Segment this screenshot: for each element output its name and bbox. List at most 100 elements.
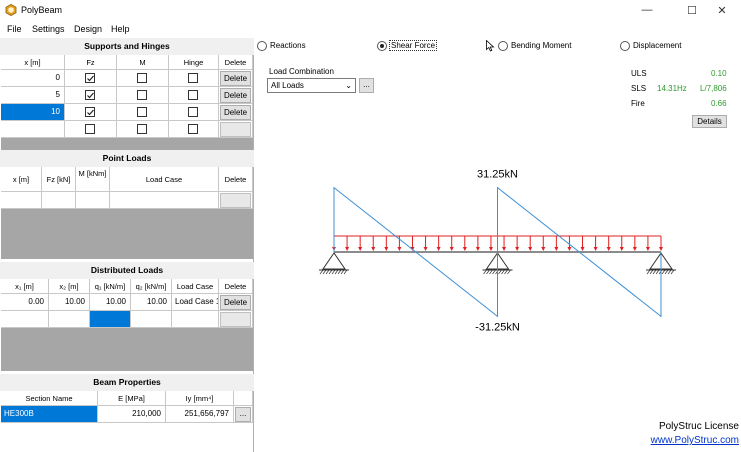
point-load-case-cell-new[interactable]: [110, 192, 219, 209]
load-arrow: [659, 236, 663, 251]
support-x-cell[interactable]: 0: [1, 70, 65, 87]
beam-iy-cell[interactable]: 251,656,797: [166, 406, 234, 423]
dist-q1-cell[interactable]: 10.00: [90, 294, 131, 311]
support-x-cell-selected[interactable]: 10: [1, 104, 65, 121]
dist-x2-cell-new[interactable]: [49, 311, 90, 328]
menu-settings[interactable]: Settings: [32, 24, 65, 34]
beam-header-iy: Iy [mm⁴]: [166, 391, 234, 406]
support-hinge-cell: [169, 121, 219, 138]
load-arrow: [502, 236, 507, 251]
support-m-checkbox[interactable]: [137, 107, 147, 117]
support-delete-button[interactable]: Delete: [220, 105, 251, 120]
support-delete-button[interactable]: Delete: [220, 71, 251, 86]
window-title: PolyBeam: [21, 5, 63, 15]
point-loads-grid: x [m] Fz [kN] M [kNm] Load Case Delete: [1, 167, 253, 259]
point-fz-cell-new[interactable]: [42, 192, 76, 209]
dist-q1-cell-new-selected[interactable]: [90, 311, 131, 328]
dist-header-delete: Delete: [219, 279, 253, 294]
supports-header-x: x [m]: [1, 55, 65, 70]
support-m-cell: [117, 104, 169, 121]
support-m-checkbox[interactable]: [137, 73, 147, 83]
support-delete-cell: Delete: [219, 70, 253, 87]
checkmark-icon: [87, 75, 94, 82]
load-arrow: [436, 236, 441, 251]
supports-header-fz: Fz: [65, 55, 117, 70]
dist-x2-cell[interactable]: 10.00: [49, 294, 90, 311]
support-delete-button-empty[interactable]: [220, 122, 251, 137]
beam-section-cell-selected[interactable]: HE300B: [1, 406, 98, 423]
close-button[interactable]: ✕: [703, 0, 741, 20]
load-arrow: [462, 236, 467, 251]
supports-header-hinge: Hinge: [169, 55, 219, 70]
supports-grid: x [m] Fz M Hinge Delete 0 Delete 5 Delet…: [1, 55, 253, 150]
beam-header-blank: [234, 391, 253, 406]
support-fz-cell: [65, 104, 117, 121]
dist-delete-cell: Delete: [219, 294, 253, 311]
support-hinge-checkbox[interactable]: [188, 124, 198, 134]
menu-file[interactable]: File: [7, 24, 22, 34]
support-m-checkbox[interactable]: [137, 124, 147, 134]
point-m-cell-new[interactable]: [76, 192, 110, 209]
load-arrow: [554, 236, 559, 251]
menu-design[interactable]: Design: [74, 24, 102, 34]
support-hinge-checkbox[interactable]: [188, 90, 198, 100]
point-delete-button-empty[interactable]: [220, 193, 251, 208]
beam-e-cell[interactable]: 210,000: [98, 406, 166, 423]
support-fz-checkbox[interactable]: [85, 124, 95, 134]
distributed-loads-title: Distributed Loads: [0, 262, 254, 279]
title-bar[interactable]: PolyBeam — ☐ ✕: [0, 0, 741, 21]
point-loads-title: Point Loads: [0, 150, 254, 167]
dist-delete-button[interactable]: Delete: [220, 295, 251, 310]
dist-header-q1: q₁ [kN/m]: [90, 279, 131, 294]
license-text: PolyStruc License: [658, 421, 739, 432]
checkmark-icon: [87, 92, 94, 99]
point-header-x: x [m]: [1, 167, 42, 192]
support-delete-cell: Delete: [219, 104, 253, 121]
point-header-fz: Fz [kN]: [42, 167, 76, 192]
dist-delete-button-empty[interactable]: [220, 312, 251, 327]
load-arrow: [606, 236, 611, 251]
minimize-button[interactable]: —: [628, 0, 666, 20]
support-fz-cell: [65, 70, 117, 87]
menu-help[interactable]: Help: [111, 24, 130, 34]
section-browse-button[interactable]: ...: [235, 407, 251, 422]
support-fz-checkbox[interactable]: [85, 73, 95, 83]
dist-header-q2: q₂ [kN/m]: [131, 279, 172, 294]
support-hinge-cell: [169, 87, 219, 104]
support-delete-button[interactable]: Delete: [220, 88, 251, 103]
website-link[interactable]: www.PolyStruc.com: [651, 435, 739, 446]
supports-header-m: M: [117, 55, 169, 70]
support-hinge-checkbox[interactable]: [188, 107, 198, 117]
dist-x1-cell-new[interactable]: [1, 311, 49, 328]
dist-load-case-cell-new[interactable]: [172, 311, 219, 328]
dist-q2-cell-new[interactable]: [131, 311, 172, 328]
load-arrow: [632, 236, 637, 251]
point-delete-cell: [219, 192, 253, 209]
load-arrow: [593, 236, 598, 251]
load-arrow: [541, 236, 546, 251]
load-arrow: [515, 236, 520, 251]
support-m-checkbox[interactable]: [137, 90, 147, 100]
dist-x1-cell[interactable]: 0.00: [1, 294, 49, 311]
point-x-cell-new[interactable]: [1, 192, 42, 209]
support-fz-checkbox[interactable]: [85, 90, 95, 100]
support-x-cell-new[interactable]: [1, 121, 65, 138]
load-arrow: [449, 236, 454, 251]
app-logo-icon: [5, 4, 17, 16]
support-fz-cell: [65, 121, 117, 138]
support-fz-checkbox[interactable]: [85, 107, 95, 117]
dist-q2-cell[interactable]: 10.00: [131, 294, 172, 311]
shear-force-diagram: 31.25kN -31.25kN: [319, 169, 676, 333]
dist-header-x2: x₂ [m]: [49, 279, 90, 294]
point-header-delete: Delete: [219, 167, 253, 192]
beam-properties-grid: Section Name E [MPa] Iy [mm⁴] HE300B 210…: [1, 391, 253, 425]
dist-load-case-cell[interactable]: Load Case 1: [172, 294, 219, 311]
support-x-cell[interactable]: 5: [1, 87, 65, 104]
point-header-m: M [kNm]: [76, 167, 110, 192]
support-m-cell: [117, 70, 169, 87]
supports-header-delete: Delete: [219, 55, 253, 70]
distributed-loads-grid: x₁ [m] x₂ [m] q₁ [kN/m] q₂ [kN/m] Load C…: [1, 279, 253, 371]
support-hinge-checkbox[interactable]: [188, 73, 198, 83]
load-arrow: [371, 236, 376, 251]
load-arrow: [423, 236, 428, 251]
